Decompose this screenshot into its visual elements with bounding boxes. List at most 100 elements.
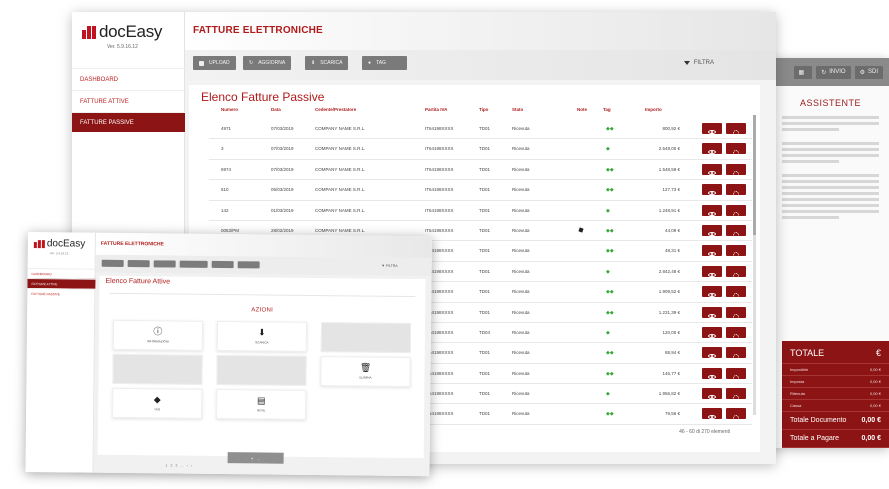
- tag-icon[interactable]: ◆: [606, 269, 610, 275]
- table-row[interactable]: 142 01/03/2019 COMPANY NAME S.R.L. IT64198X…: [209, 201, 752, 221]
- tile-scarica[interactable]: ⬇ SCARICA: [216, 320, 308, 352]
- tile-tag[interactable]: ◆ TAG: [112, 387, 203, 419]
- view-button[interactable]: [702, 123, 722, 134]
- tile-elimina[interactable]: 🗑 ELIMINA: [320, 356, 411, 388]
- assistant-invio-button[interactable]: ↻ INVIO: [816, 65, 851, 79]
- view-button[interactable]: [702, 184, 722, 196]
- tag-icon[interactable]: ◆◆: [606, 350, 614, 356]
- view-button[interactable]: [702, 388, 722, 400]
- tag-icon: ●: [368, 60, 372, 66]
- tile-disabled: [320, 322, 412, 354]
- view-button[interactable]: [702, 163, 722, 175]
- tag-icon[interactable]: ◆: [606, 208, 610, 214]
- column-header[interactable]: Numero: [221, 107, 238, 112]
- table-row[interactable]: 6974 07/03/2019 COMPANY NAME S.R.L. IT64198…: [209, 160, 752, 181]
- front-toolbar-button[interactable]: [237, 261, 260, 269]
- view-button[interactable]: [702, 367, 722, 379]
- tag-icon[interactable]: ◆◆: [606, 187, 614, 193]
- view-button[interactable]: [702, 224, 722, 236]
- sidebar-item-dashboard[interactable]: DASHBOARD: [27, 267, 96, 279]
- settings-button[interactable]: [726, 408, 746, 422]
- settings-button[interactable]: [726, 184, 746, 198]
- settings-button[interactable]: [726, 224, 746, 238]
- note-icon[interactable]: [578, 227, 584, 233]
- tag-icon[interactable]: ◆◆: [606, 371, 614, 377]
- scarica-button[interactable]: ⬇ SCARICA: [305, 56, 349, 70]
- settings-button[interactable]: [726, 306, 746, 320]
- view-button[interactable]: [702, 286, 722, 298]
- tag-icon[interactable]: ◆◆: [606, 167, 614, 173]
- column-header[interactable]: Tag: [603, 107, 611, 112]
- column-header[interactable]: Note: [577, 107, 587, 112]
- tag-icon[interactable]: ◆◆: [606, 248, 614, 254]
- column-header[interactable]: Data: [271, 107, 281, 112]
- table-row[interactable]: 4971 07/03/2019 COMPANY NAME S.R.L. IT64198…: [209, 119, 752, 140]
- table-row[interactable]: 3 07/03/2019 COMPANY NAME S.R.L. IT64198XXX…: [209, 139, 752, 160]
- settings-button[interactable]: [726, 143, 746, 157]
- tag-icon[interactable]: ◆◆: [606, 310, 614, 316]
- settings-button[interactable]: [726, 326, 746, 340]
- tile-informazioni[interactable]: ⓘ INFORMAZIONI: [112, 319, 204, 351]
- tag-icon[interactable]: ◆: [606, 330, 610, 336]
- tag-icon[interactable]: ◆◆: [606, 228, 614, 234]
- cell-cedente: COMPANY NAME S.R.L.: [315, 207, 366, 213]
- sidebar-item-fatture-attive[interactable]: FATTURE ATTIVE: [72, 90, 185, 112]
- settings-button[interactable]: [726, 286, 746, 300]
- upload-button[interactable]: UPLOAD: [193, 56, 236, 70]
- sidebar-item-fatture-attive[interactable]: FATTURE ATTIVE: [27, 277, 96, 289]
- view-button[interactable]: [702, 326, 722, 338]
- settings-button[interactable]: [726, 204, 746, 218]
- front-toolbar-button[interactable]: [127, 260, 150, 268]
- eye-icon: [708, 313, 716, 318]
- front-window: docEasy Ver. 5.9.16.12 DASHBOARD FATTURE…: [25, 232, 432, 477]
- front-action-button[interactable]: ◂…: [227, 452, 284, 464]
- front-toolbar-button[interactable]: [153, 260, 176, 268]
- settings-button[interactable]: [726, 388, 746, 402]
- sidebar-item-fatture-passive[interactable]: FATTURE PASSIVE: [72, 112, 185, 132]
- settings-button[interactable]: [726, 367, 746, 381]
- column-header[interactable]: Partita IVA: [425, 107, 447, 112]
- view-button[interactable]: [702, 245, 722, 257]
- column-header[interactable]: Cedente/Prestatore: [315, 107, 356, 112]
- tag-icon[interactable]: ◆◆: [606, 411, 614, 417]
- cell-piva: IT64198XXXX: [425, 187, 454, 193]
- cell-tipo: TD01: [479, 207, 491, 213]
- settings-button[interactable]: [726, 245, 746, 259]
- aggiorna-button[interactable]: ↻ AGGIORNA: [243, 56, 292, 70]
- settings-button[interactable]: [726, 347, 746, 361]
- front-toolbar-button[interactable]: [179, 260, 208, 268]
- settings-button[interactable]: [726, 265, 746, 279]
- cell-importo: 48,31 €: [664, 248, 680, 254]
- assistant-sdi-button[interactable]: ⚙ SDI: [854, 65, 883, 79]
- column-header[interactable]: Stato: [512, 107, 523, 112]
- tag-icon[interactable]: ◆: [606, 391, 610, 397]
- tag-icon[interactable]: ◆◆: [606, 126, 614, 132]
- view-button[interactable]: [702, 143, 722, 155]
- table-row[interactable]: 610 05/03/2019 COMPANY NAME S.R.L. IT64198X…: [209, 180, 752, 201]
- column-header[interactable]: Tipo: [479, 107, 488, 112]
- view-button[interactable]: [702, 306, 722, 318]
- view-button[interactable]: [702, 347, 722, 359]
- front-toolbar-button[interactable]: [101, 259, 124, 268]
- view-button[interactable]: [702, 265, 722, 277]
- view-button[interactable]: [702, 204, 722, 216]
- front-filter-button[interactable]: ▼ FILTRA: [381, 264, 397, 268]
- sidebar-item-fatture-passive[interactable]: FATTURE PASSIVE: [27, 287, 96, 299]
- tag-button[interactable]: ● TAG: [362, 56, 407, 70]
- eye-icon: [708, 354, 716, 359]
- front-toolbar-button[interactable]: [211, 260, 234, 269]
- scrollbar-thumb[interactable]: [753, 115, 756, 235]
- column-header[interactable]: Importo: [645, 107, 662, 112]
- filter-button[interactable]: FILTRA: [683, 60, 714, 66]
- view-button[interactable]: [702, 408, 722, 420]
- front-pagination[interactable]: 1 2 3 … › ›: [166, 463, 194, 467]
- tag-icon[interactable]: ◆: [606, 146, 610, 152]
- assistant-grid-button[interactable]: ▦: [793, 65, 813, 79]
- sidebar-item-dashboard[interactable]: DASHBOARD: [72, 68, 185, 90]
- settings-button[interactable]: [726, 163, 746, 177]
- page-header: FATTURE ELETTRONICHE: [185, 12, 776, 50]
- tag-icon[interactable]: ◆◆: [606, 289, 614, 295]
- settings-button[interactable]: [726, 123, 746, 136]
- cell-data: 01/03/2019: [271, 207, 294, 213]
- tile-note[interactable]: ▤ NOTE: [216, 388, 307, 420]
